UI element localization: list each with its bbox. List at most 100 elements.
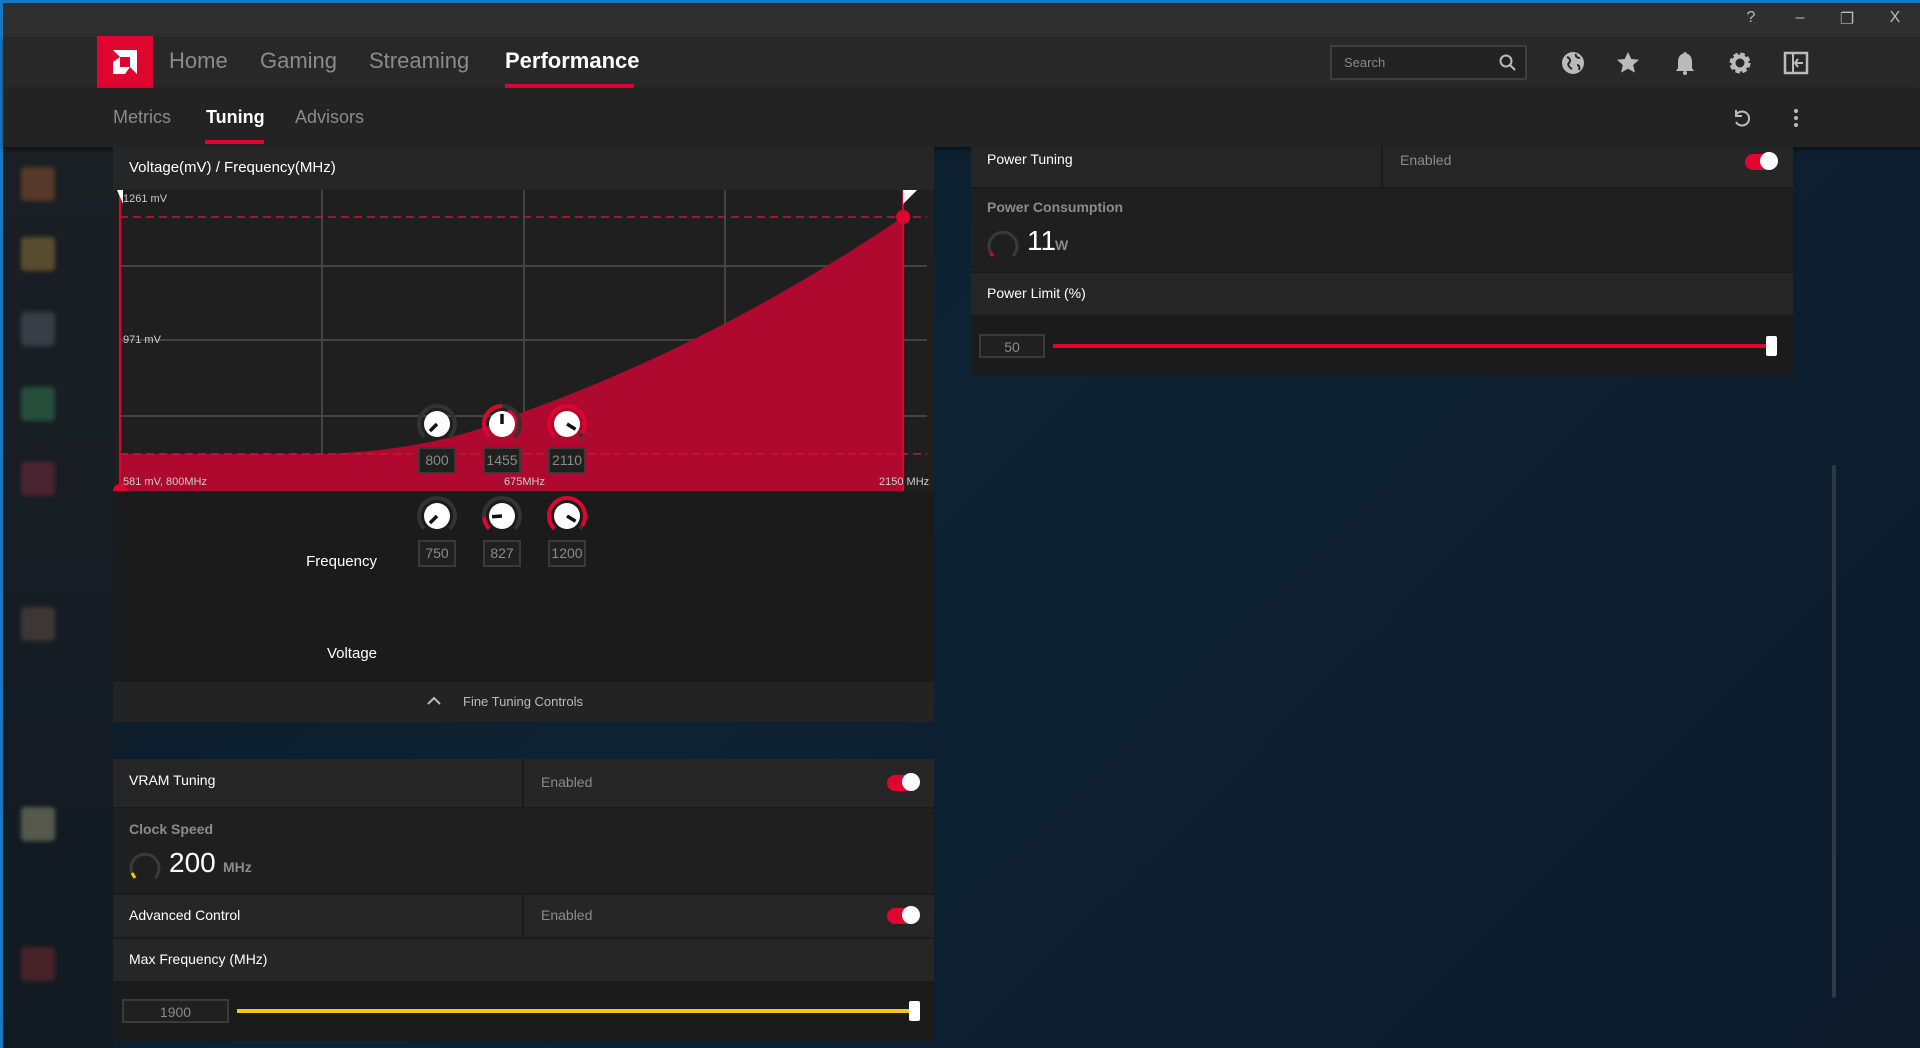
more-options-icon[interactable] xyxy=(1792,107,1800,129)
fine-tuning-toggle[interactable]: Fine Tuning Controls xyxy=(113,682,934,722)
sub-nav xyxy=(3,88,1920,147)
voltage-value-input[interactable]: 827 xyxy=(483,540,521,567)
nav-performance[interactable]: Performance xyxy=(505,48,640,74)
max-frequency-label: Max Frequency (MHz) xyxy=(129,951,268,967)
power-consumption-unit: W xyxy=(1055,237,1069,253)
power-consumption-row: Power Consumption 11 W xyxy=(971,189,1793,271)
max-frequency-input[interactable]: 1900 xyxy=(122,999,229,1023)
desktop-icon xyxy=(21,947,55,981)
amd-logo[interactable] xyxy=(97,36,153,88)
power-toggle[interactable] xyxy=(1745,152,1778,170)
nav-home[interactable]: Home xyxy=(169,48,228,74)
desktop-icon xyxy=(21,237,55,271)
slider-thumb[interactable] xyxy=(909,1001,920,1021)
frequency-knob[interactable] xyxy=(481,403,523,445)
clock-speed-label: Clock Speed xyxy=(129,821,214,837)
max-frequency-slider[interactable] xyxy=(237,1001,920,1021)
chevron-up-icon xyxy=(427,696,441,705)
vram-title: VRAM Tuning xyxy=(129,772,216,788)
minimize-icon[interactable]: – xyxy=(1787,9,1813,27)
desktop-icon xyxy=(21,607,55,641)
bell-icon[interactable] xyxy=(1672,50,1698,76)
desktop-background xyxy=(3,147,113,1048)
desktop-icon xyxy=(21,167,55,201)
clock-speed-row: Clock Speed 200 MHz xyxy=(113,809,934,893)
search-input[interactable]: Search xyxy=(1330,45,1527,80)
vram-toggle[interactable] xyxy=(887,773,920,791)
x-label-min: 581 mV, 800MHz xyxy=(123,476,207,488)
desktop-icon xyxy=(21,462,55,496)
tab-advisors[interactable]: Advisors xyxy=(295,107,364,128)
power-limit-label: Power Limit (%) xyxy=(987,285,1086,301)
power-header: Power Tuning Enabled xyxy=(971,147,1793,187)
voltage-frequency-panel: Voltage(mV) / Frequency(MHz) 1261 mV 971… xyxy=(113,147,934,722)
divider xyxy=(1381,147,1383,187)
title-bar: ? – ❐ X xyxy=(3,3,1920,37)
clock-speed-unit: MHz xyxy=(223,859,252,875)
advanced-control-row: Advanced Control Enabled xyxy=(113,895,934,937)
search-placeholder: Search xyxy=(1344,55,1386,70)
reset-icon[interactable] xyxy=(1730,107,1752,129)
frequency-knob[interactable] xyxy=(546,403,588,445)
power-consumption-value: 11 xyxy=(1027,225,1057,256)
voltage-knob[interactable] xyxy=(481,495,523,537)
panel-title: Voltage(mV) / Frequency(MHz) xyxy=(129,159,336,176)
gear-icon[interactable] xyxy=(1727,50,1753,76)
tab-tuning[interactable]: Tuning xyxy=(206,107,265,128)
frequency-label: Frequency xyxy=(306,553,377,570)
power-limit-row: Power Limit (%) xyxy=(971,273,1793,315)
globe-icon[interactable] xyxy=(1560,50,1586,76)
desktop-icon xyxy=(21,807,55,841)
clock-gauge-icon xyxy=(129,852,161,880)
desktop-icon xyxy=(21,312,55,346)
voltage-value-input[interactable]: 750 xyxy=(418,540,456,567)
max-frequency-row: Max Frequency (MHz) xyxy=(113,939,934,981)
slider-fill xyxy=(1053,344,1769,348)
nav-gaming[interactable]: Gaming xyxy=(260,48,337,74)
divider xyxy=(522,895,524,937)
active-tab-indicator xyxy=(205,140,264,144)
vram-status: Enabled xyxy=(541,774,593,790)
voltage-value-input[interactable]: 1200 xyxy=(548,540,586,567)
fine-tuning-label: Fine Tuning Controls xyxy=(463,694,583,709)
x-label-mid: 675MHz xyxy=(504,476,545,488)
voltage-knob[interactable] xyxy=(416,495,458,537)
curve-point[interactable] xyxy=(896,210,911,225)
nav-streaming[interactable]: Streaming xyxy=(369,48,469,74)
power-consumption-label: Power Consumption xyxy=(987,199,1124,215)
tab-metrics[interactable]: Metrics xyxy=(113,107,171,128)
power-status: Enabled xyxy=(1400,152,1452,168)
x-label-max: 2150 MHz xyxy=(879,476,930,488)
slider-fill xyxy=(237,1009,912,1013)
voltage-knob[interactable] xyxy=(546,495,588,537)
close-icon[interactable]: X xyxy=(1882,9,1908,27)
power-gauge-icon xyxy=(987,230,1019,258)
vf-curve-chart[interactable] xyxy=(113,190,934,491)
vram-tuning-panel: VRAM Tuning Enabled Clock Speed 200 MHz … xyxy=(113,759,934,1041)
slider-thumb[interactable] xyxy=(1766,336,1777,356)
panel-header: Voltage(mV) / Frequency(MHz) xyxy=(113,147,934,190)
search-icon[interactable] xyxy=(1499,54,1517,72)
advanced-control-status: Enabled xyxy=(541,907,593,923)
restore-icon[interactable]: ❐ xyxy=(1834,9,1860,29)
advanced-control-label: Advanced Control xyxy=(129,907,241,923)
power-limit-input[interactable]: 50 xyxy=(979,334,1045,358)
advanced-control-toggle[interactable] xyxy=(887,906,920,924)
amd-logo-icon xyxy=(113,50,137,74)
frequency-value-input[interactable]: 800 xyxy=(418,447,456,474)
desktop-icon xyxy=(21,387,55,421)
power-title: Power Tuning xyxy=(987,151,1073,167)
frequency-value-input[interactable]: 2110 xyxy=(548,447,586,474)
vram-header: VRAM Tuning Enabled xyxy=(113,759,934,807)
frequency-knob[interactable] xyxy=(416,403,458,445)
star-icon[interactable] xyxy=(1615,50,1641,76)
power-limit-slider[interactable] xyxy=(1053,336,1777,356)
help-icon[interactable]: ? xyxy=(1738,9,1764,27)
voltage-label: Voltage xyxy=(326,645,377,662)
exit-panel-icon[interactable] xyxy=(1783,50,1809,76)
y-label-mid: 971 mV xyxy=(123,334,161,346)
power-tuning-panel: Power Tuning Enabled Power Consumption 1… xyxy=(971,147,1793,376)
frequency-value-input[interactable]: 1455 xyxy=(483,447,521,474)
scrollbar[interactable] xyxy=(1832,465,1836,998)
y-label-max: 1261 mV xyxy=(123,193,168,205)
